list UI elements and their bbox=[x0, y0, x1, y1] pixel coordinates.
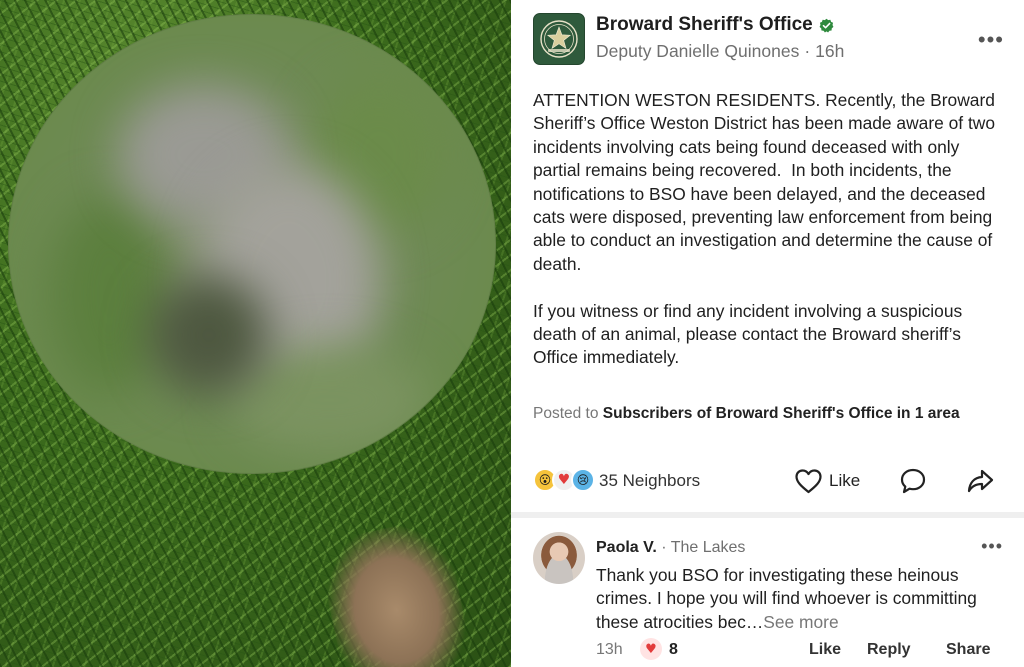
section-divider bbox=[511, 512, 1024, 518]
reaction-emoji-stack[interactable]: 😮 ♥ 😢 bbox=[533, 468, 597, 494]
comment-header: Paola V. · The Lakes bbox=[596, 539, 745, 557]
comment-more-options-button[interactable]: ••• bbox=[981, 536, 1003, 557]
reactions-count[interactable]: 35 Neighbors bbox=[599, 471, 700, 491]
verified-check-icon bbox=[819, 18, 834, 32]
byline-person[interactable]: Deputy Danielle Quinones bbox=[596, 41, 799, 61]
comment-bubble-icon[interactable] bbox=[899, 467, 927, 495]
comment-share-button[interactable]: Share bbox=[946, 641, 990, 659]
comment-heart-icon[interactable]: ♥ bbox=[640, 638, 662, 660]
commenter-neighborhood[interactable]: The Lakes bbox=[671, 539, 746, 556]
comment-timestamp: 13h bbox=[596, 641, 623, 658]
heart-outline-icon bbox=[795, 468, 822, 493]
comment-separator: · bbox=[656, 539, 671, 556]
posted-to-audience-link[interactable]: Subscribers of Broward Sheriff's Office … bbox=[603, 405, 960, 422]
commenter-name[interactable]: Paola V. bbox=[596, 539, 657, 556]
posted-to-prefix: Posted to bbox=[533, 405, 603, 422]
author-name-label[interactable]: Broward Sheriff's Office bbox=[596, 14, 813, 36]
sheriff-badge-avatar[interactable] bbox=[533, 13, 585, 65]
post-byline: Deputy Danielle Quinones · 16h bbox=[596, 41, 844, 62]
comment-item: Paola V. · The Lakes ••• Thank you BSO f… bbox=[533, 530, 1003, 665]
post-timestamp: 16h bbox=[815, 41, 845, 61]
byline-separator: · bbox=[804, 41, 811, 61]
sad-reaction-icon: 😢 bbox=[571, 468, 595, 492]
post-photo[interactable] bbox=[0, 0, 511, 667]
post-more-options-button[interactable]: ••• bbox=[978, 27, 1004, 53]
like-button[interactable]: Like bbox=[795, 467, 860, 495]
comment-like-button[interactable]: Like bbox=[809, 641, 841, 659]
blurred-image-region bbox=[8, 14, 496, 474]
post-card: Broward Sheriff's Office Deputy Danielle… bbox=[511, 0, 1024, 667]
comment-reaction-count[interactable]: 8 bbox=[669, 641, 678, 659]
dirt-patch bbox=[315, 516, 475, 667]
comment-footer: 13h ♥ 8 Like Reply Share bbox=[596, 638, 1003, 662]
see-more-link[interactable]: See more bbox=[763, 612, 838, 632]
commenter-avatar[interactable] bbox=[533, 532, 585, 584]
posted-to-line: Posted to Subscribers of Broward Sheriff… bbox=[533, 403, 993, 424]
author-name[interactable]: Broward Sheriff's Office bbox=[596, 14, 834, 36]
like-button-label: Like bbox=[829, 471, 861, 490]
share-arrow-icon[interactable] bbox=[966, 467, 994, 495]
comment-reply-button[interactable]: Reply bbox=[867, 641, 911, 659]
comment-text: Thank you BSO for investigating these he… bbox=[596, 564, 1006, 634]
reactions-bar: 😮 ♥ 😢 35 Neighbors Like bbox=[533, 467, 1003, 497]
sheriff-star-icon bbox=[540, 20, 578, 58]
post-body-text: ATTENTION WESTON RESIDENTS. Recently, th… bbox=[533, 90, 996, 368]
post-header: Broward Sheriff's Office Deputy Danielle… bbox=[533, 13, 1004, 67]
